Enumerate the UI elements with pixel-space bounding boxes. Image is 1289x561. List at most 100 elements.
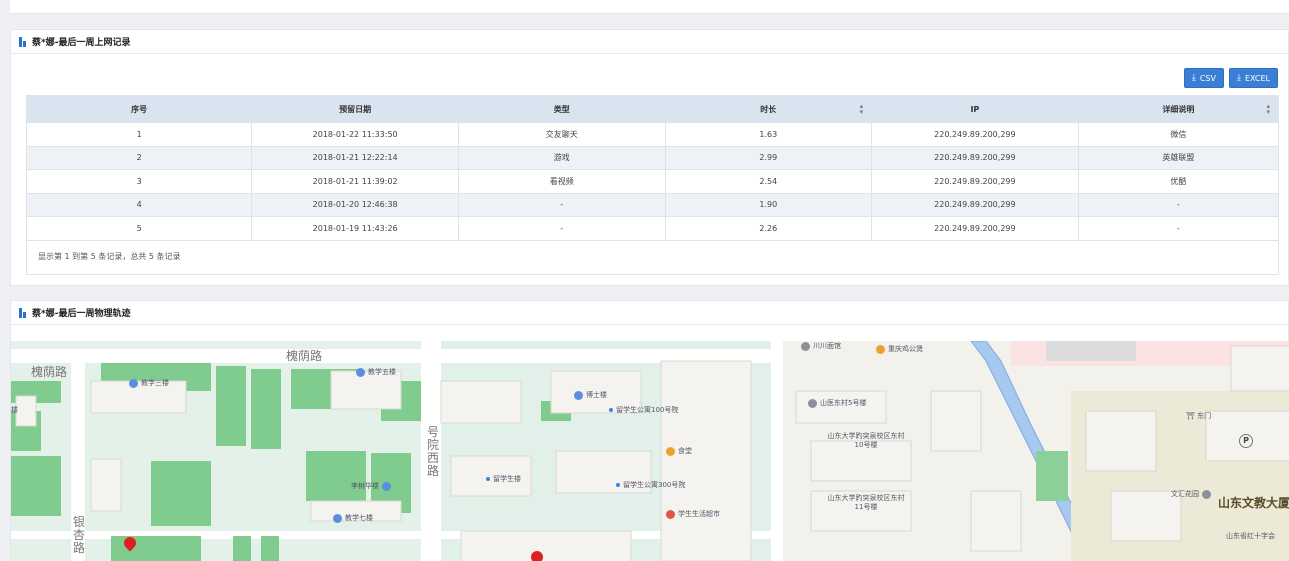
cell: 2018-01-19 11:43:26 bbox=[251, 216, 459, 241]
pagination-summary: 显示第 1 到第 5 条记录，总共 5 条记录 bbox=[38, 252, 181, 261]
panel-title: 蔡*娜-最后一周物理轨迹 bbox=[32, 309, 131, 319]
cell: 4 bbox=[25, 192, 253, 217]
gate-icon: ⛩ bbox=[1186, 412, 1195, 420]
school-icon bbox=[356, 367, 365, 377]
cell: - bbox=[457, 192, 666, 217]
map-label: 山东省红十字会 bbox=[1226, 532, 1275, 540]
map-poi[interactable]: 留学生公寓300号院 bbox=[616, 481, 686, 490]
building-icon bbox=[1202, 489, 1211, 499]
school-icon bbox=[129, 378, 138, 388]
building-icon bbox=[808, 398, 817, 408]
export-excel-button[interactable]: ⤓ EXCEL bbox=[1228, 68, 1278, 88]
road-label: 槐荫路 bbox=[286, 349, 323, 363]
col-header-index[interactable]: 序号 bbox=[25, 95, 253, 123]
download-icon: ⤓ bbox=[1191, 72, 1196, 83]
poi-label: 山医东村5号楼 bbox=[820, 399, 867, 407]
col-header-date[interactable]: 预留日期 bbox=[251, 95, 459, 123]
map-poi[interactable]: 学生生活超市 bbox=[666, 509, 720, 519]
map-poi[interactable]: 博士楼 bbox=[574, 390, 607, 400]
table-row[interactable]: 4 2018-01-20 12:46:38 - 1.90 220.249.89.… bbox=[25, 192, 1280, 217]
col-header-duration-label: 时长 bbox=[760, 104, 777, 114]
cell: 2.54 bbox=[664, 169, 873, 194]
map-poi[interactable]: 文汇花园 bbox=[1171, 489, 1214, 499]
cell: - bbox=[1077, 216, 1280, 241]
poi-label: 教学三楼 bbox=[141, 379, 169, 387]
road-label: 银杏路 bbox=[73, 515, 86, 555]
table-row[interactable]: 5 2018-01-19 11:43:26 - 2.26 220.249.89.… bbox=[25, 216, 1280, 241]
table-row[interactable]: 3 2018-01-21 11:39:02 看视频 2.54 220.249.8… bbox=[25, 169, 1280, 194]
cell: 英雄联盟 bbox=[1077, 145, 1280, 170]
map-poi[interactable]: 教学五楼 bbox=[356, 367, 396, 377]
table-row[interactable]: 1 2018-01-22 11:33:50 交友聊天 1.63 220.249.… bbox=[25, 122, 1280, 147]
panel-header: 蔡*娜-最后一周物理轨迹 bbox=[11, 301, 1288, 325]
cell: - bbox=[457, 216, 666, 241]
table-row[interactable]: 2 2018-01-21 12:22:14 游戏 2.99 220.249.89… bbox=[25, 145, 1280, 170]
panel-header: 蔡*娜-最后一周上网记录 bbox=[11, 30, 1288, 54]
poi-label: 留学生楼 bbox=[493, 475, 521, 483]
cell: 2018-01-21 11:39:02 bbox=[251, 169, 459, 194]
map-label: 楼 bbox=[11, 406, 18, 414]
poi-label: 文汇花园 bbox=[1171, 490, 1199, 498]
map-canvas bbox=[11, 341, 1289, 561]
map-poi[interactable]: 教学七楼 bbox=[333, 513, 373, 523]
poi-label: 重庆鸡公煲 bbox=[888, 345, 923, 353]
bar-chart-icon bbox=[19, 307, 28, 318]
map-label: 山东大学趵突泉校区东村10号楼 bbox=[827, 432, 905, 449]
cell: 1.90 bbox=[664, 192, 873, 217]
map-poi[interactable]: 留学生公寓100号院 bbox=[609, 406, 679, 415]
col-header-detail-label: 详细说明 bbox=[1162, 104, 1195, 114]
cell: 交友聊天 bbox=[457, 122, 666, 147]
table-footer bbox=[26, 240, 1279, 275]
location-dot-icon bbox=[616, 483, 620, 487]
poi-label: 食堂 bbox=[678, 447, 692, 455]
cell: - bbox=[1077, 192, 1280, 217]
shop-icon bbox=[666, 509, 675, 519]
cell: 220.249.89.200,299 bbox=[871, 122, 1079, 147]
school-icon bbox=[333, 513, 342, 523]
cell: 220.249.89.200,299 bbox=[871, 145, 1079, 170]
poi-label: 川川面馆 bbox=[813, 342, 841, 350]
excel-label: EXCEL bbox=[1244, 73, 1270, 83]
school-icon bbox=[382, 481, 391, 491]
cell: 看视频 bbox=[457, 169, 666, 194]
map-poi[interactable]: 留学生楼 bbox=[486, 474, 521, 484]
map-poi[interactable]: 山医东村5号楼 bbox=[808, 398, 866, 408]
cell: 2018-01-22 11:33:50 bbox=[251, 122, 459, 147]
export-csv-button[interactable]: ⤓ CSV bbox=[1183, 68, 1224, 88]
map-label: 山东大学趵突泉校区东村11号楼 bbox=[827, 494, 905, 511]
map-poi[interactable]: 食堂 bbox=[666, 446, 692, 456]
col-header-ip[interactable]: IP bbox=[871, 95, 1079, 123]
map-view[interactable]: 槐荫路 槐荫路 号院西路 银杏路 楼 教学三楼 教学五楼 教学七楼 博士楼 留学… bbox=[11, 341, 1289, 561]
poi-label: 博士楼 bbox=[586, 391, 607, 399]
table-header-row: 序号 预留日期 类型 时长 ▴ ▾ IP 详细说明 ▴ ▾ bbox=[25, 95, 1280, 123]
map-label: 山东文教大厦 bbox=[1218, 496, 1289, 510]
map-poi[interactable]: 川川面馆 bbox=[801, 341, 841, 351]
location-dot-icon bbox=[609, 408, 613, 412]
cell: 2.26 bbox=[664, 216, 873, 241]
col-header-type[interactable]: 类型 bbox=[457, 95, 666, 123]
bar-chart-icon bbox=[19, 36, 28, 47]
restaurant-icon bbox=[801, 341, 810, 351]
cell: 2018-01-21 12:22:14 bbox=[251, 145, 459, 170]
map-poi[interactable]: 李树华楼 bbox=[351, 481, 394, 491]
map-poi[interactable]: 重庆鸡公煲 bbox=[876, 344, 923, 354]
restaurant-icon bbox=[876, 344, 885, 354]
cell: 游戏 bbox=[457, 145, 666, 170]
school-icon bbox=[574, 390, 583, 400]
cell: 2018-01-20 12:46:38 bbox=[251, 192, 459, 217]
col-header-duration[interactable]: 时长 ▴ ▾ bbox=[664, 95, 873, 123]
cell: 2 bbox=[25, 145, 253, 170]
cell: 2.99 bbox=[664, 145, 873, 170]
road-label: 槐荫路 bbox=[31, 365, 68, 379]
map-poi[interactable]: ⛩ 东门 bbox=[1186, 411, 1211, 421]
col-header-detail[interactable]: 详细说明 ▴ ▾ bbox=[1077, 95, 1280, 123]
cell: 5 bbox=[25, 216, 253, 241]
road-label: 号院西路 bbox=[427, 425, 440, 478]
poi-label: 教学五楼 bbox=[368, 368, 396, 376]
poi-label: 东门 bbox=[1197, 412, 1212, 420]
cell: 优酷 bbox=[1077, 169, 1280, 194]
restaurant-icon bbox=[666, 446, 675, 456]
map-poi[interactable]: 教学三楼 bbox=[129, 378, 169, 388]
sort-icon: ▴ ▾ bbox=[859, 102, 864, 116]
sort-icon: ▴ ▾ bbox=[1266, 102, 1270, 116]
